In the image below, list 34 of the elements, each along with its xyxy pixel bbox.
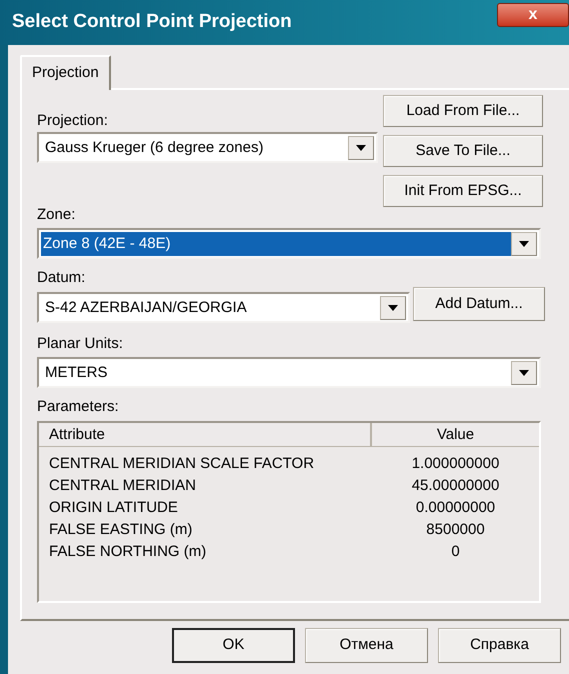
dialog-button[interactable]: OK xyxy=(172,628,295,663)
close-button[interactable]: x xyxy=(497,3,569,27)
table-cell-text: 0.00000000 xyxy=(414,498,496,518)
field-label: Zone: xyxy=(37,206,76,224)
table-cell-text: 0 xyxy=(450,542,461,562)
dropdown-value: METERS xyxy=(44,362,109,382)
field-label: Parameters: xyxy=(37,398,120,416)
field-label: Planar Units: xyxy=(37,335,124,353)
table-cell-text: 1.000000000 xyxy=(410,454,500,474)
dropdown[interactable]: S-42 AZERBAIJAN/GEORGIA xyxy=(37,292,410,323)
table-cell-text: ORIGIN LATITUDE xyxy=(48,498,179,518)
side-button[interactable]: Init From EPSG... xyxy=(383,175,543,207)
table-cell-text: 8500000 xyxy=(425,520,486,540)
table-cell-text: CENTRAL MERIDIAN SCALE FACTOR xyxy=(48,454,316,474)
dropdown-value: Zone 8 (42E - 48E) xyxy=(41,232,511,256)
table-cell-text: CENTRAL MERIDIAN xyxy=(48,476,197,496)
tab[interactable]: Projection xyxy=(20,55,111,90)
dialog-button[interactable]: Отмена xyxy=(305,628,428,663)
table-cell-text: FALSE NORTHING (m) xyxy=(48,542,208,562)
side-button[interactable]: Load From File... xyxy=(383,95,543,127)
dropdown-value: S-42 AZERBAIJAN/GEORGIA xyxy=(44,298,248,318)
table-cell-text: FALSE EASTING (m) xyxy=(48,520,194,540)
window-title: Select Control Point Projection xyxy=(12,10,292,34)
dropdown-value: Gauss Krueger (6 degree zones) xyxy=(44,138,264,158)
field-label: Datum: xyxy=(37,269,86,287)
dropdown[interactable]: Zone 8 (42E - 48E) xyxy=(37,228,541,259)
dialog-button[interactable]: Справка xyxy=(438,628,561,663)
add-datum-button[interactable]: Add Datum... xyxy=(413,287,545,321)
table-cell-text: 45.00000000 xyxy=(410,476,500,496)
dropdown[interactable]: Gauss Krueger (6 degree zones) xyxy=(37,132,378,163)
dropdown[interactable]: METERS xyxy=(37,357,541,388)
field-label: Projection: xyxy=(37,112,109,130)
column-header[interactable]: Attribute xyxy=(39,423,372,447)
side-button[interactable]: Save To File... xyxy=(383,135,543,167)
